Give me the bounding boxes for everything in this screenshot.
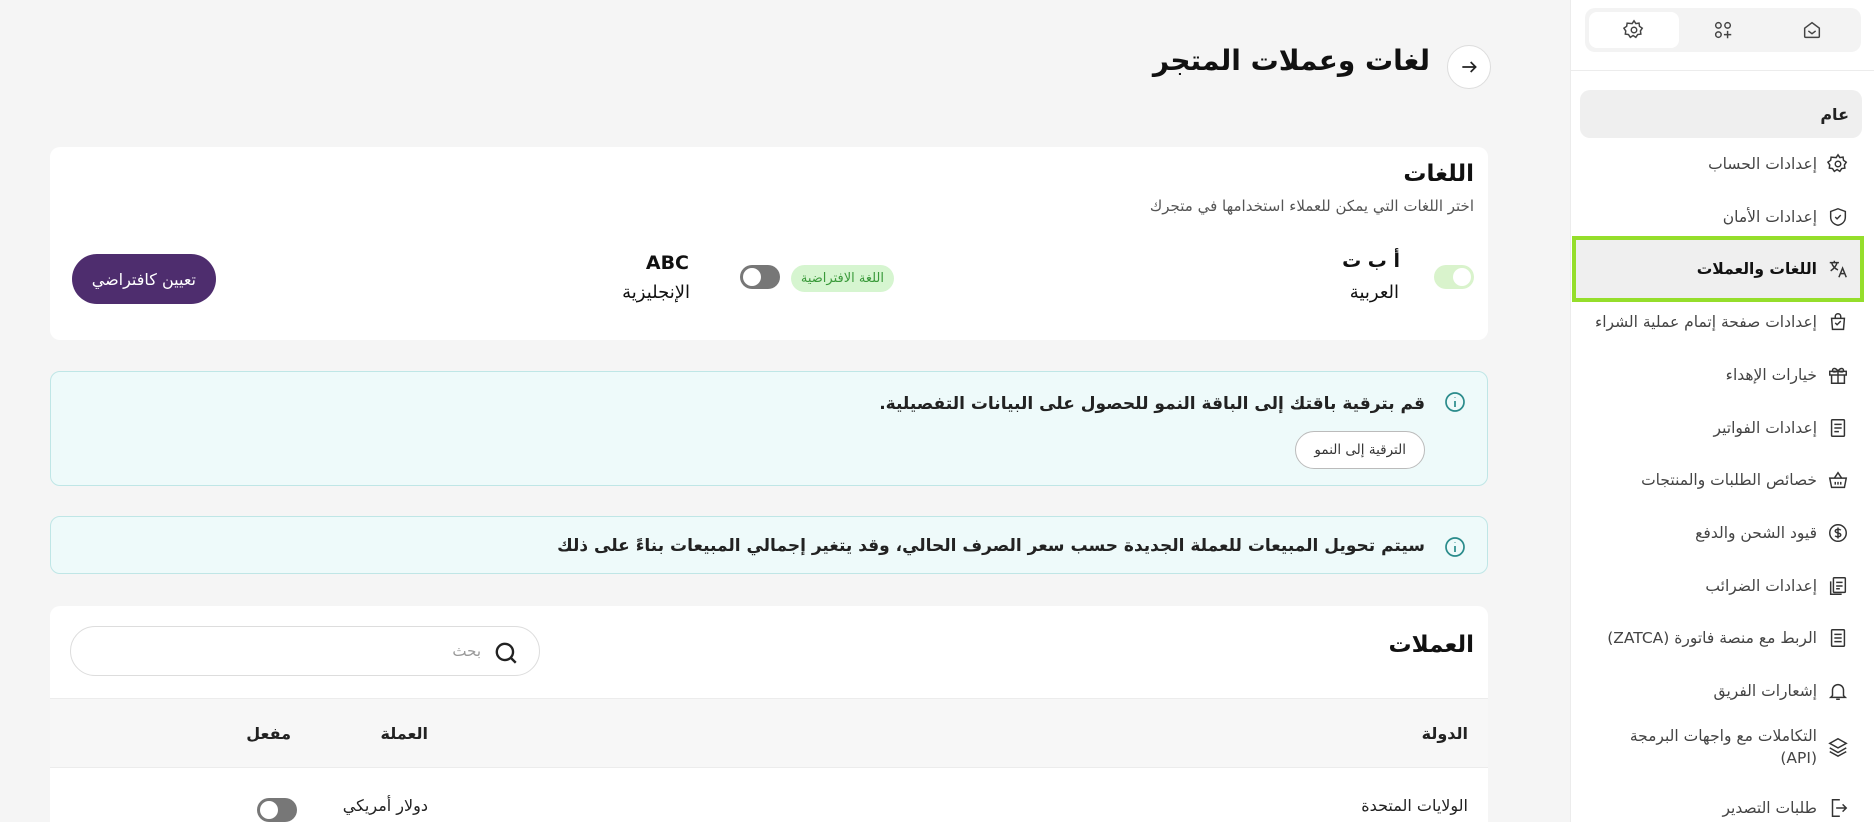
row-currency: دولار أمريكي	[342, 796, 428, 815]
tab-apps[interactable]	[1678, 12, 1768, 48]
languages-title: اللغات	[1403, 161, 1474, 187]
toggle-knob	[260, 801, 278, 819]
upgrade-notice: قم بترقية باقتك إلى الباقة النمو للحصول …	[50, 371, 1488, 486]
column-header-enabled: مفعل	[246, 724, 291, 743]
info-icon	[1445, 392, 1465, 412]
sidebar-item-invoice-settings[interactable]: إعدادات الفواتير	[1580, 417, 1862, 439]
sidebar-item-zatca-integration[interactable]: الربط مع منصة فاتورة (ZATCA)	[1580, 627, 1862, 649]
conversion-notice-text: سيتم تحويل المبيعات للعملة الجديدة حسب س…	[557, 536, 1425, 556]
invoice-icon	[1830, 419, 1846, 438]
english-language-toggle[interactable]	[740, 265, 780, 289]
dollar-coin-icon	[1829, 524, 1847, 543]
sidebar-item-tax-settings[interactable]: إعدادات الضرائب	[1580, 575, 1862, 597]
tab-home[interactable]	[1767, 12, 1857, 48]
conversion-notice: سيتم تحويل المبيعات للعملة الجديدة حسب س…	[50, 516, 1488, 574]
search-input[interactable]	[91, 627, 481, 675]
sidebar-item-label: التكاملات مع واجهات البرمجة (API)	[1629, 727, 1817, 768]
sidebar-item-label: إشعارات الفريق	[1713, 682, 1817, 700]
search-icon	[495, 642, 517, 664]
tax-document-icon	[1829, 577, 1847, 596]
languages-card: اللغات اختر اللغات التي يمكن للعملاء است…	[50, 147, 1488, 340]
currencies-card: العملات الدولة العملة مفعل الولايات المت…	[50, 606, 1488, 822]
sidebar-divider	[1570, 70, 1874, 71]
arrow-right-icon	[1462, 61, 1477, 73]
arabic-language-toggle[interactable]	[1434, 265, 1474, 289]
toggle-knob	[743, 268, 761, 286]
set-default-button[interactable]: تعيين كافتراضي	[71, 254, 216, 304]
info-icon	[1445, 537, 1465, 557]
tab-settings[interactable]	[1589, 12, 1679, 48]
english-glyph: ABC	[645, 252, 689, 274]
arabic-glyph: أ ب ت	[1342, 250, 1400, 272]
gear-icon	[1623, 19, 1644, 39]
currencies-title: العملات	[1388, 632, 1475, 658]
page-title: لغات وعملات المتجر	[1152, 44, 1430, 77]
settings-sidebar: عام إعدادات الحساب إعدادات الأمان اللغات…	[1570, 0, 1874, 822]
upgrade-button[interactable]: الترقية إلى النمو	[1295, 431, 1425, 469]
sidebar-tab-bar	[1585, 8, 1861, 52]
upgrade-notice-text: قم بترقية باقتك إلى الباقة النمو للحصول …	[879, 394, 1425, 414]
sidebar-section-general: عام	[1580, 90, 1862, 138]
sidebar-item-label: طلبات التصدير	[1722, 799, 1817, 817]
sidebar-item-label: إعدادات الأمان	[1722, 208, 1817, 226]
gear-icon	[1827, 153, 1848, 173]
back-button[interactable]	[1447, 45, 1491, 89]
sidebar-item-label: قيود الشحن والدفع	[1695, 524, 1817, 542]
sidebar-item-label: إعدادات الضرائب	[1705, 577, 1817, 595]
currency-enabled-toggle[interactable]	[257, 798, 297, 822]
arabic-language-name: العربية	[1349, 282, 1399, 303]
sidebar-item-account-settings[interactable]: إعدادات الحساب	[1580, 153, 1862, 175]
english-language-name: الإنجليزية	[622, 282, 690, 303]
receipt-icon	[1830, 629, 1846, 648]
sidebar-item-order-product-properties[interactable]: خصائص الطلبات والمنتجات	[1580, 469, 1862, 491]
bell-icon	[1828, 684, 1848, 701]
currency-search	[70, 626, 540, 676]
languages-subtitle: اختر اللغات التي يمكن للعملاء استخدامها …	[1149, 197, 1474, 215]
sidebar-item-gifting-options[interactable]: خيارات الإهداء	[1580, 364, 1862, 386]
currencies-table-header: الدولة العملة مفعل	[50, 698, 1488, 768]
default-language-badge: اللغة الافتراضية	[790, 265, 894, 292]
column-header-country: الدولة	[1421, 724, 1468, 743]
sidebar-item-label: اللغات والعملات	[1696, 259, 1817, 278]
home-icon	[1803, 21, 1821, 39]
sidebar-item-label: إعدادات صفحة إتمام عملية الشراء	[1594, 313, 1817, 331]
section-label: عام	[1820, 104, 1849, 124]
layers-icon	[1828, 738, 1848, 758]
translate-icon	[1829, 260, 1847, 278]
row-country: الولايات المتحدة	[1361, 796, 1468, 815]
toggle-knob	[1453, 268, 1471, 286]
sidebar-item-label: خيارات الإهداء	[1725, 366, 1817, 384]
sidebar-item-label: إعدادات الفواتير	[1713, 419, 1817, 437]
sidebar-item-api-integrations[interactable]: التكاملات مع واجهات البرمجة (API)	[1580, 725, 1862, 770]
sidebar-item-label: خصائص الطلبات والمنتجات	[1641, 471, 1817, 489]
export-icon	[1831, 799, 1848, 818]
gift-icon	[1829, 367, 1847, 385]
shield-icon	[1829, 208, 1847, 227]
sidebar-item-team-notifications[interactable]: إشعارات الفريق	[1580, 680, 1862, 702]
sidebar-item-checkout-settings[interactable]: إعدادات صفحة إتمام عملية الشراء	[1580, 311, 1862, 333]
sidebar-item-label: إعدادات الحساب	[1708, 155, 1817, 173]
shopping-bag-icon	[1830, 313, 1846, 331]
sidebar-item-languages-currencies[interactable]: اللغات والعملات	[1572, 236, 1864, 302]
sidebar-item-export-requests[interactable]: طلبات التصدير	[1580, 797, 1862, 819]
sidebar-item-security-settings[interactable]: إعدادات الأمان	[1580, 206, 1862, 228]
basket-icon	[1828, 471, 1848, 489]
sidebar-item-shipping-payment-restrictions[interactable]: قيود الشحن والدفع	[1580, 522, 1862, 544]
column-header-currency: العملة	[380, 724, 428, 743]
apps-plus-icon	[1714, 21, 1732, 39]
sidebar-item-label: الربط مع منصة فاتورة (ZATCA)	[1607, 629, 1817, 647]
